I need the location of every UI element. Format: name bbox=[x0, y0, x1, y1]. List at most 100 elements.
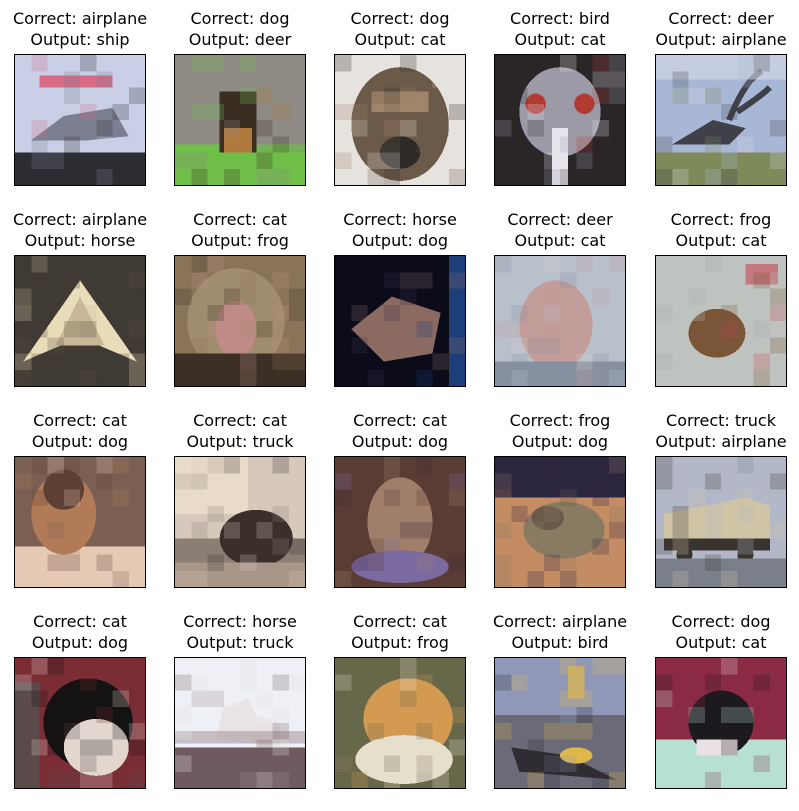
correct-label: Correct: airplane bbox=[492, 612, 628, 631]
panel-title: Correct: airplane Output: bird bbox=[480, 611, 640, 653]
thumbnail-image bbox=[334, 657, 466, 789]
thumbnail-image bbox=[174, 255, 306, 387]
correct-label: Correct: cat bbox=[193, 411, 287, 430]
thumbnail-image bbox=[494, 456, 626, 588]
panel-title: Correct: frog Output: cat bbox=[641, 209, 799, 251]
thumbnail-image bbox=[494, 54, 626, 186]
thumbnail-image bbox=[494, 255, 626, 387]
prediction-panel: Correct: dog Output: cat bbox=[641, 611, 799, 811]
correct-label: Correct: truck bbox=[666, 411, 776, 430]
output-label: Output: dog bbox=[31, 432, 129, 451]
thumbnail-image bbox=[655, 657, 787, 789]
prediction-panel: Correct: frog Output: cat bbox=[641, 209, 799, 409]
output-label: Output: airplane bbox=[655, 432, 787, 451]
prediction-panel: Correct: cat Output: frog bbox=[320, 611, 480, 811]
correct-label: Correct: dog bbox=[350, 9, 450, 28]
thumbnail-image bbox=[14, 54, 146, 186]
panel-title: Correct: dog Output: cat bbox=[641, 611, 799, 653]
panel-title: Correct: cat Output: dog bbox=[0, 611, 160, 653]
prediction-panel: Correct: cat Output: dog bbox=[0, 410, 160, 610]
thumbnail-image bbox=[334, 255, 466, 387]
prediction-panel: Correct: deer Output: cat bbox=[480, 209, 640, 409]
thumbnail-image bbox=[655, 255, 787, 387]
correct-label: Correct: frog bbox=[509, 411, 611, 430]
prediction-panel: Correct: cat Output: frog bbox=[160, 209, 320, 409]
output-label: Output: horse bbox=[24, 231, 136, 250]
correct-label: Correct: cat bbox=[353, 612, 447, 631]
prediction-panel: Correct: horse Output: dog bbox=[320, 209, 480, 409]
panel-title: Correct: dog Output: cat bbox=[320, 8, 480, 50]
correct-label: Correct: dog bbox=[190, 9, 290, 28]
output-label: Output: dog bbox=[351, 432, 449, 451]
prediction-panel: Correct: airplane Output: ship bbox=[0, 8, 160, 208]
prediction-panel: Correct: airplane Output: horse bbox=[0, 209, 160, 409]
prediction-panel: Correct: frog Output: dog bbox=[480, 410, 640, 610]
thumbnail-image bbox=[174, 54, 306, 186]
panel-title: Correct: cat Output: truck bbox=[160, 410, 320, 452]
thumbnail-image bbox=[14, 456, 146, 588]
prediction-panel: Correct: dog Output: deer bbox=[160, 8, 320, 208]
output-label: Output: airplane bbox=[655, 30, 787, 49]
panel-title: Correct: cat Output: dog bbox=[320, 410, 480, 452]
output-label: Output: cat bbox=[514, 30, 606, 49]
panel-title: Correct: frog Output: dog bbox=[480, 410, 640, 452]
prediction-panel: Correct: dog Output: cat bbox=[320, 8, 480, 208]
panel-title: Correct: bird Output: cat bbox=[480, 8, 640, 50]
thumbnail-image bbox=[334, 456, 466, 588]
thumbnail-image bbox=[14, 657, 146, 789]
thumbnail-image bbox=[334, 54, 466, 186]
output-label: Output: dog bbox=[31, 633, 129, 652]
output-label: Output: bird bbox=[511, 633, 609, 652]
thumbnail-image bbox=[655, 456, 787, 588]
output-label: Output: dog bbox=[351, 231, 449, 250]
output-label: Output: truck bbox=[186, 633, 294, 652]
output-label: Output: frog bbox=[351, 633, 449, 652]
output-label: Output: cat bbox=[675, 633, 767, 652]
correct-label: Correct: deer bbox=[668, 9, 774, 28]
thumbnail-image bbox=[655, 54, 787, 186]
correct-label: Correct: cat bbox=[33, 612, 127, 631]
panel-title: Correct: horse Output: truck bbox=[160, 611, 320, 653]
correct-label: Correct: airplane bbox=[12, 210, 148, 229]
panel-title: Correct: deer Output: airplane bbox=[641, 8, 799, 50]
output-label: Output: cat bbox=[514, 231, 606, 250]
panel-title: Correct: cat Output: dog bbox=[0, 410, 160, 452]
output-label: Output: cat bbox=[354, 30, 446, 49]
correct-label: Correct: cat bbox=[353, 411, 447, 430]
thumbnail-image bbox=[174, 456, 306, 588]
prediction-panel: Correct: cat Output: truck bbox=[160, 410, 320, 610]
output-label: Output: ship bbox=[30, 30, 130, 49]
correct-label: Correct: horse bbox=[343, 210, 457, 229]
prediction-panel: Correct: bird Output: cat bbox=[480, 8, 640, 208]
correct-label: Correct: cat bbox=[33, 411, 127, 430]
misclassification-grid: Correct: airplane Output: ship Correct: do… bbox=[0, 0, 799, 799]
correct-label: Correct: cat bbox=[193, 210, 287, 229]
thumbnail-image bbox=[174, 657, 306, 789]
panel-title: Correct: cat Output: frog bbox=[160, 209, 320, 251]
panel-title: Correct: truck Output: airplane bbox=[641, 410, 799, 452]
panel-title: Correct: cat Output: frog bbox=[320, 611, 480, 653]
correct-label: Correct: airplane bbox=[12, 9, 148, 28]
correct-label: Correct: deer bbox=[507, 210, 613, 229]
panel-title: Correct: deer Output: cat bbox=[480, 209, 640, 251]
output-label: Output: deer bbox=[188, 30, 292, 49]
output-label: Output: truck bbox=[186, 432, 294, 451]
prediction-panel: Correct: deer Output: airplane bbox=[641, 8, 799, 208]
correct-label: Correct: bird bbox=[510, 9, 610, 28]
prediction-panel: Correct: airplane Output: bird bbox=[480, 611, 640, 811]
panel-title: Correct: dog Output: deer bbox=[160, 8, 320, 50]
output-label: Output: cat bbox=[675, 231, 767, 250]
panel-title: Correct: airplane Output: horse bbox=[0, 209, 160, 251]
thumbnail-image bbox=[494, 657, 626, 789]
panel-title: Correct: horse Output: dog bbox=[320, 209, 480, 251]
panel-title: Correct: airplane Output: ship bbox=[0, 8, 160, 50]
prediction-panel: Correct: cat Output: dog bbox=[0, 611, 160, 811]
prediction-panel: Correct: horse Output: truck bbox=[160, 611, 320, 811]
thumbnail-image bbox=[14, 255, 146, 387]
prediction-panel: Correct: cat Output: dog bbox=[320, 410, 480, 610]
correct-label: Correct: horse bbox=[183, 612, 297, 631]
output-label: Output: frog bbox=[191, 231, 289, 250]
prediction-panel: Correct: truck Output: airplane bbox=[641, 410, 799, 610]
correct-label: Correct: frog bbox=[670, 210, 772, 229]
correct-label: Correct: dog bbox=[671, 612, 771, 631]
